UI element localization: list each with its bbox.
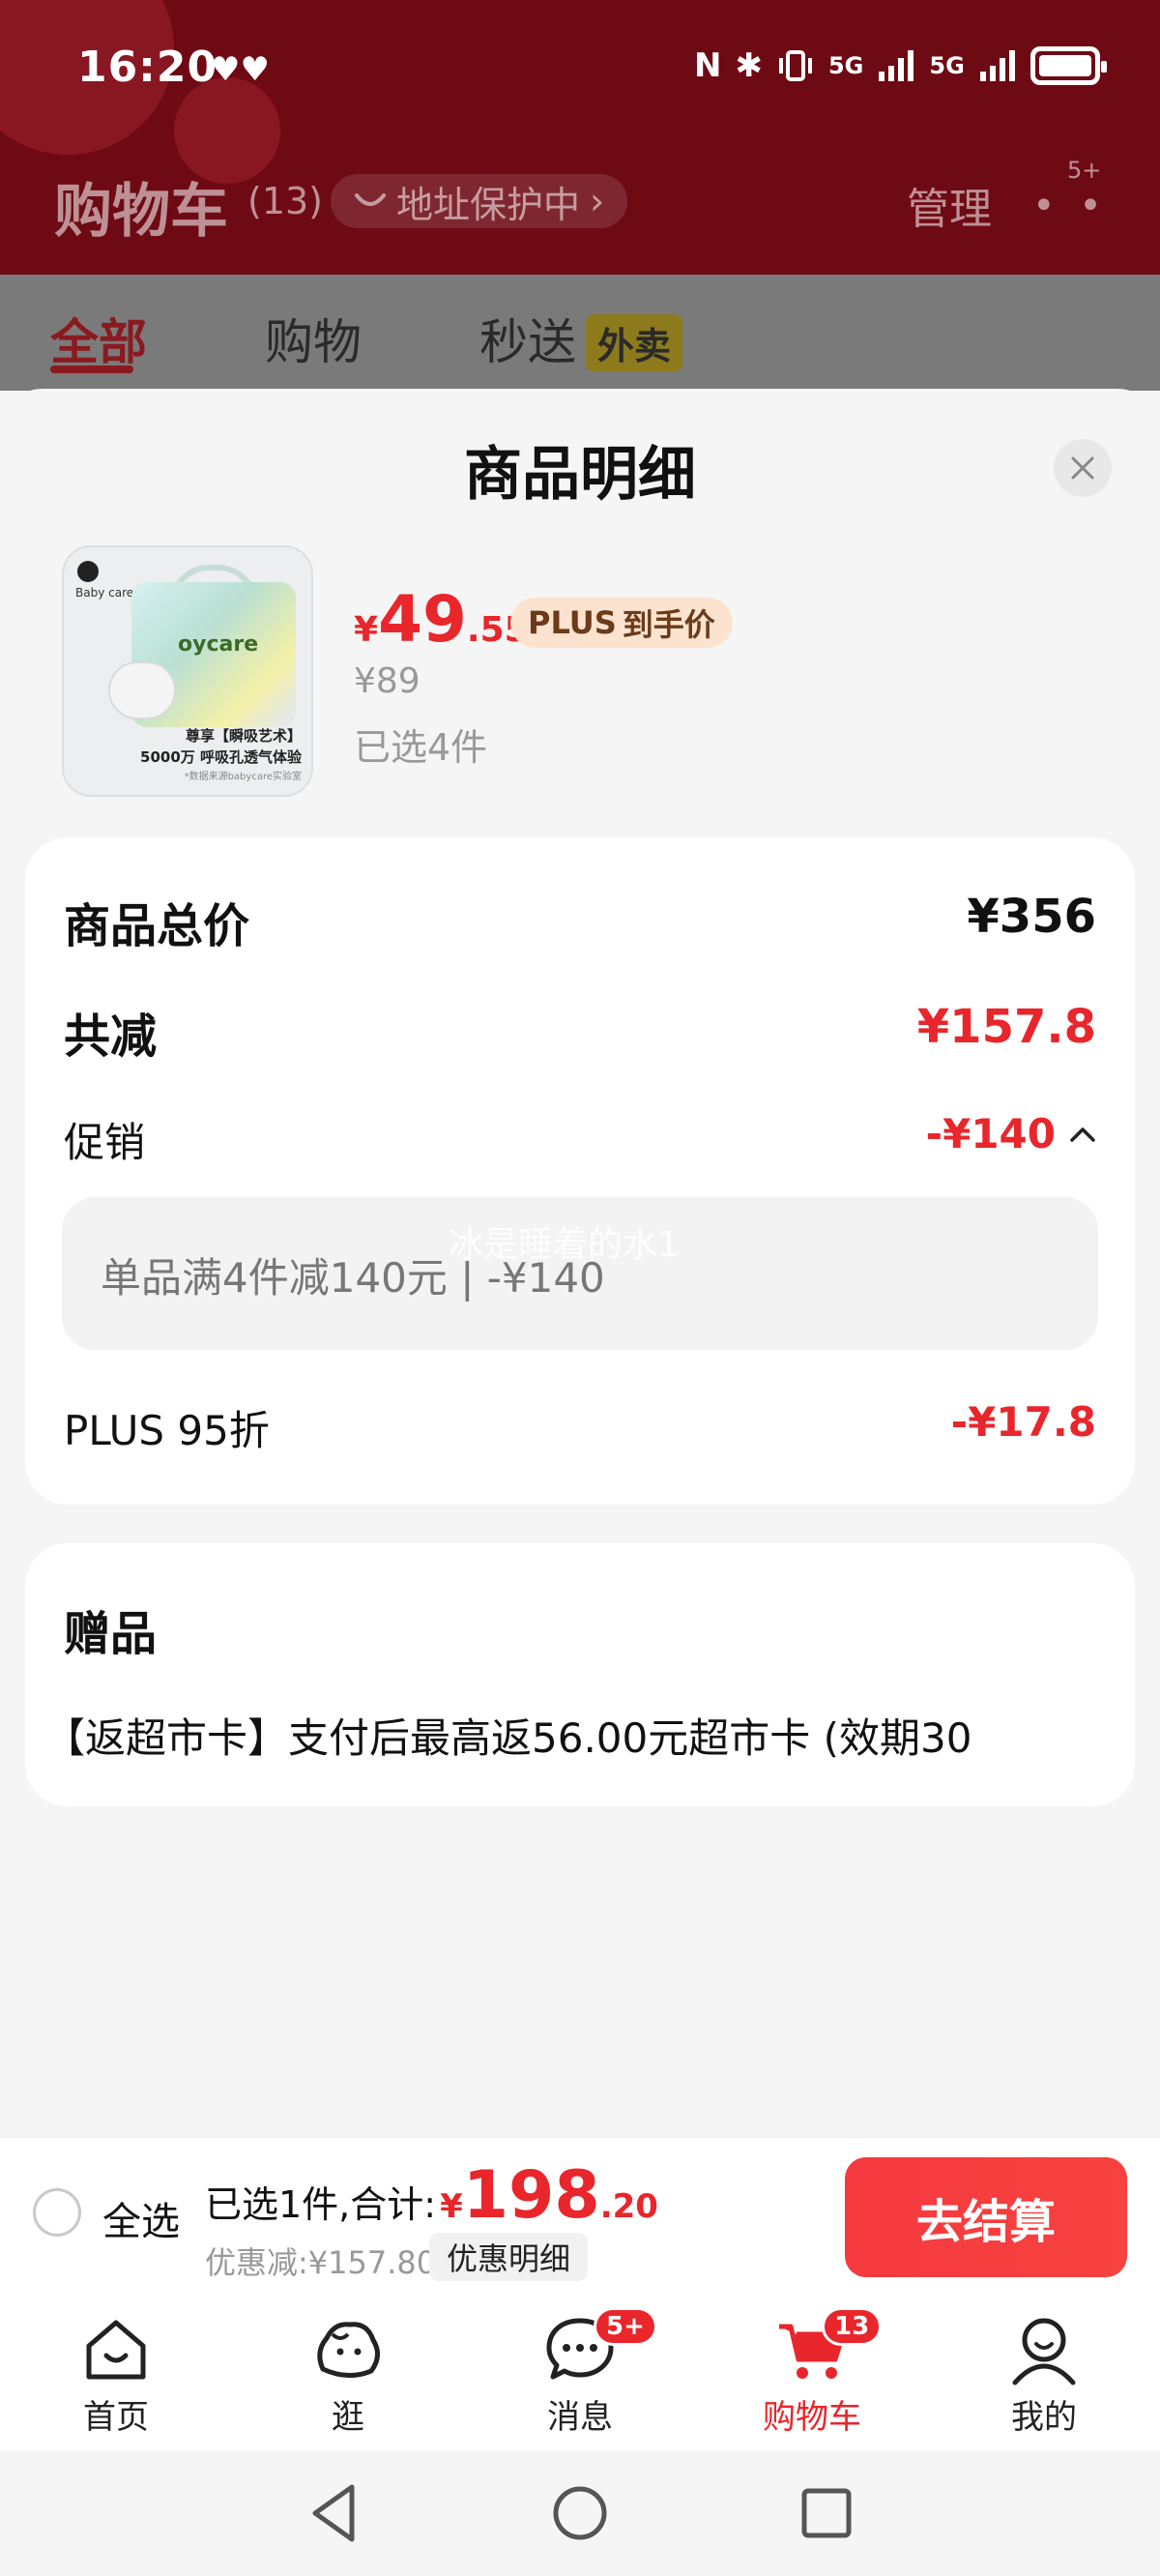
browse-icon <box>317 2322 380 2378</box>
address-protection-pill[interactable]: 地址保护中 › <box>331 174 628 228</box>
plus-price-tag: PLUS 到手价 <box>510 598 733 648</box>
discount-detail-button[interactable]: 优惠明细 <box>429 2233 589 2281</box>
selected-quantity: 已选4件 <box>354 726 488 769</box>
price-summary-card: 商品总价 ¥356 共减 ¥157.8 促销 -¥140 单品满4件减140元 … <box>25 837 1135 1505</box>
select-all-radio[interactable] <box>33 2188 81 2237</box>
price-symbol: ¥ <box>354 610 379 650</box>
recents-icon[interactable] <box>793 2479 860 2547</box>
tab-express[interactable]: 秒送 外卖 <box>479 304 683 373</box>
plus-price: ¥ 49 .55 <box>354 582 529 657</box>
promotion-toggle[interactable]: -¥140 <box>926 1110 1096 1157</box>
nav-label: 逛 <box>332 2398 364 2437</box>
tab-all[interactable]: 全部 <box>50 304 147 373</box>
product-caption: 尊享【瞬吸艺术】 <box>185 727 302 745</box>
battery-icon <box>1030 46 1107 85</box>
watermark-text: 冰是睡着的水1 <box>449 1225 680 1265</box>
total-symbol: ¥ <box>440 2187 463 2226</box>
bottom-navigation: 首页 逛 消息 5+ 购物车 13 我的 <box>0 2296 1160 2450</box>
plus-tag-label: PLUS <box>528 604 617 641</box>
nav-label: 首页 <box>83 2398 149 2437</box>
select-all-label[interactable]: 全选 <box>102 2190 180 2246</box>
plus-discount-label: PLUS 95折 <box>64 1407 270 1454</box>
more-icon[interactable]: • • <box>1032 184 1108 228</box>
chevron-up-icon <box>1070 1127 1095 1142</box>
back-icon[interactable] <box>300 2479 367 2547</box>
total-decimal: .20 <box>599 2187 658 2226</box>
checkout-button[interactable]: 去结算 <box>845 2157 1127 2277</box>
cart-tabs: 全部 购物 秒送 外卖 <box>0 275 1160 391</box>
cart-badge: 13 <box>822 2307 883 2346</box>
page-title: 购物车 <box>54 178 228 246</box>
product-detail-sheet: 商品明细 Baby care oycare 尊享【瞬吸艺术】 5000万 呼吸孔… <box>0 389 1160 2137</box>
nav-label: 购物车 <box>763 2398 861 2437</box>
status-bar: 16:20 ♥♥ N ✱ 5G 5G <box>0 0 1160 145</box>
brand-logo-icon <box>77 561 99 582</box>
nfc-icon: N <box>694 46 722 85</box>
close-icon <box>1071 456 1094 480</box>
product-caption: 5000万 呼吸孔透气体验 <box>140 748 302 766</box>
signal-strength-icon <box>879 50 914 81</box>
brand-logo-text: Baby care <box>75 586 134 600</box>
discount-amount: 优惠减:¥157.80 <box>205 2244 437 2281</box>
signal-strength-icon <box>979 50 1015 81</box>
total-reduction-value: ¥157.8 <box>916 1000 1096 1054</box>
promotion-label: 促销 <box>64 1119 146 1166</box>
nav-profile[interactable]: 我的 <box>957 2313 1131 2438</box>
gift-card: 赠品 【返超市卡】支付后最高返56.00元超市卡 (效期30 <box>25 1543 1135 1806</box>
total-line: 已选1件,合计: ¥ 198 .20 <box>205 2157 658 2234</box>
status-time: 16:20 <box>77 43 218 92</box>
total-price-value: ¥356 <box>967 890 1096 944</box>
gift-description: 【返超市卡】支付后最高返56.00元超市卡 (效期30 <box>44 1714 972 1762</box>
sheet-title: 商品明细 <box>464 441 696 509</box>
nav-label: 消息 <box>547 2398 613 2437</box>
nav-label: 我的 <box>1011 2398 1077 2437</box>
nav-browse[interactable]: 逛 <box>261 2313 435 2438</box>
checkout-bar: 全选 已选1件,合计: ¥ 198 .20 优惠减:¥157.80 优惠明细 去… <box>0 2137 1160 2296</box>
nav-cart[interactable]: 购物车 13 <box>725 2307 899 2438</box>
plus-tag-suffix: 到手价 <box>622 606 715 643</box>
original-price: ¥89 <box>354 661 420 701</box>
selected-total-prefix: 已选1件,合计: <box>205 2183 437 2226</box>
manage-button[interactable]: 管理 <box>907 174 992 236</box>
vibrate-icon <box>778 50 812 81</box>
nav-messages[interactable]: 消息 5+ <box>493 2307 667 2438</box>
bag-label: oycare <box>178 632 259 657</box>
home-icon <box>86 2320 146 2380</box>
close-button[interactable] <box>1054 439 1112 497</box>
home-circle-icon[interactable] <box>546 2479 614 2547</box>
product-caption-note: *数据来源babycare实验室 <box>184 772 302 782</box>
tab-underline <box>50 366 133 373</box>
signal-5g-label: 5G <box>929 52 965 79</box>
bluetooth-icon: ✱ <box>735 46 763 85</box>
tab-shopping[interactable]: 购物 <box>265 304 362 373</box>
plus-discount-value: -¥17.8 <box>950 1398 1096 1446</box>
gift-title: 赠品 <box>64 1607 158 1661</box>
signal-5g-label: 5G <box>827 52 864 79</box>
total-price-label: 商品总价 <box>64 899 250 953</box>
product-image[interactable]: Baby care oycare 尊享【瞬吸艺术】 5000万 呼吸孔透气体验 … <box>62 545 313 797</box>
status-icons: N ✱ 5G 5G <box>694 46 1107 85</box>
profile-icon <box>1012 2318 1076 2386</box>
diaper-illustration <box>108 661 176 719</box>
messages-badge: 5+ <box>594 2307 657 2346</box>
notification-icons: ♥♥ <box>211 50 270 89</box>
tab-express-label: 秒送 <box>479 314 576 370</box>
total-integer: 198 <box>462 2157 600 2234</box>
chevron-right-icon: › <box>590 180 605 222</box>
address-protection-label: 地址保护中 <box>396 183 581 226</box>
promotion-value: -¥140 <box>925 1110 1056 1157</box>
cart-count: (13) <box>247 180 324 222</box>
system-navigation-bar <box>0 2450 1160 2576</box>
takeout-tag: 外卖 <box>586 314 683 371</box>
nav-home[interactable]: 首页 <box>29 2313 203 2438</box>
more-badge: 5+ <box>1067 157 1102 184</box>
promotion-detail-box: 单品满4件减140元 | -¥140 冰是睡着的水1 <box>62 1197 1098 1350</box>
cart-top-bar: 购物车 (13) 地址保护中 › 管理 • • 5+ <box>0 155 1160 261</box>
total-reduction-label: 共减 <box>64 1010 158 1064</box>
smile-icon <box>355 193 386 206</box>
price-integer: 49 <box>378 582 467 657</box>
